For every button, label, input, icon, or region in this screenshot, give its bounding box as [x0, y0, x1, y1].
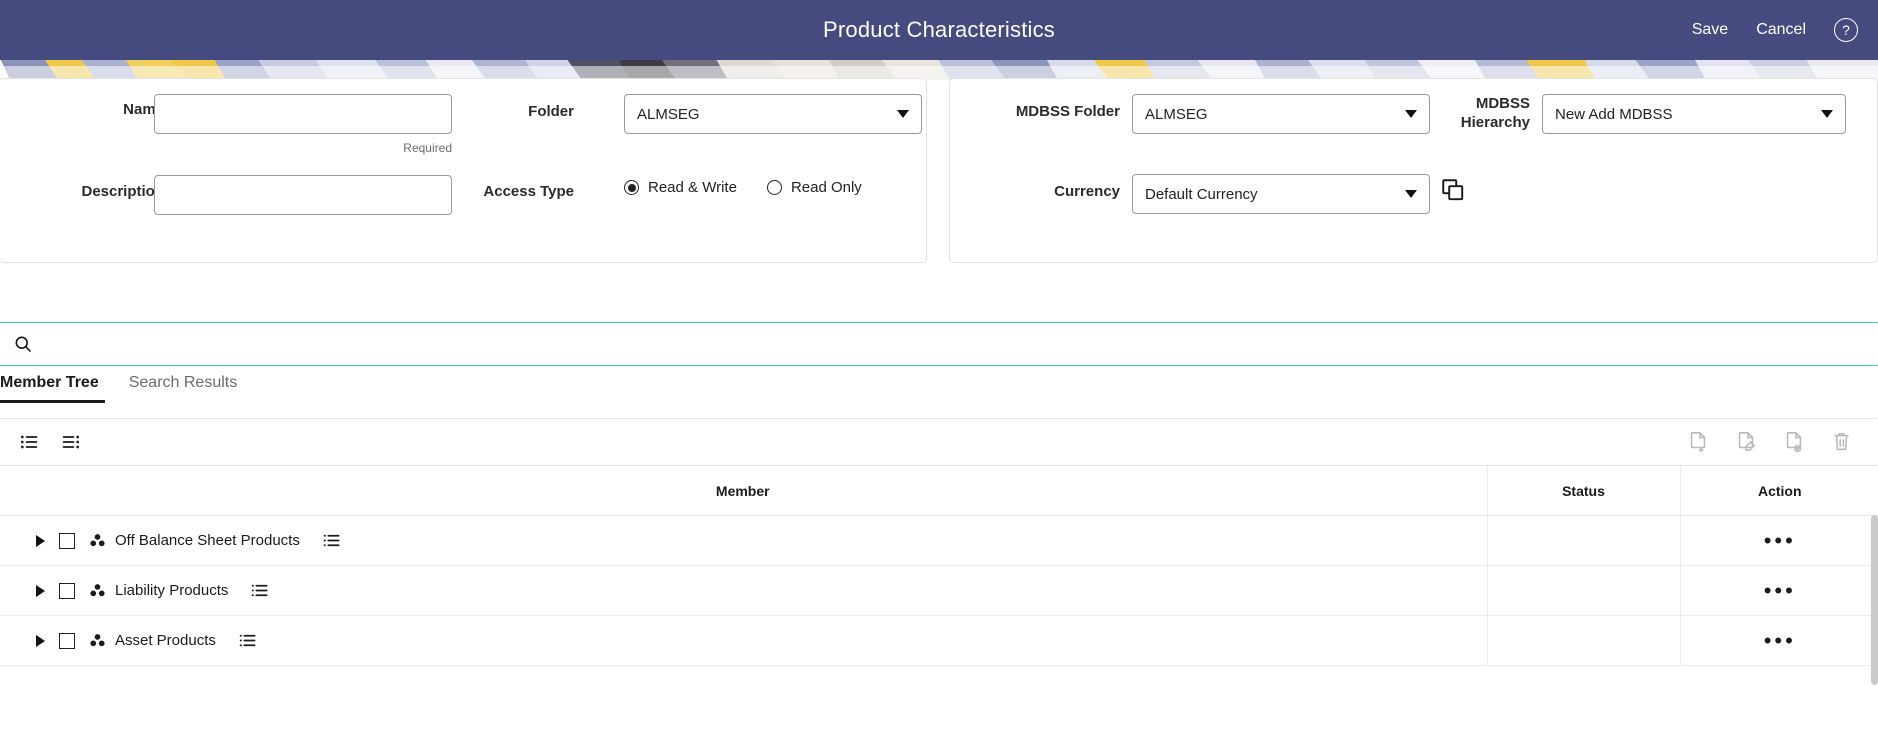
form-cards: Name Required Description Folder ALMSEG … [0, 78, 1878, 263]
row-list-icon[interactable] [322, 531, 341, 550]
vertical-scrollbar[interactable] [1871, 515, 1878, 685]
access-type-option-read-write[interactable]: Read & Write [624, 179, 737, 196]
status-cell [1486, 515, 1680, 566]
name-input[interactable] [154, 94, 452, 134]
access-type-option-read-only-label: Read Only [790, 179, 862, 196]
chevron-down-icon [1821, 110, 1833, 118]
tab-bar: Member Tree Search Results [0, 374, 1878, 412]
expand-list-icon[interactable] [19, 432, 39, 452]
expand-triangle-icon[interactable] [36, 584, 45, 597]
cancel-button[interactable]: Cancel [1756, 21, 1806, 39]
description-label: Description [81, 183, 164, 200]
tab-search-results[interactable]: Search Results [129, 374, 238, 403]
mdbss-hierarchy-select[interactable]: New Add MDBSS [1542, 94, 1846, 134]
mdbss-folder-label: MDBSS Folder [1015, 103, 1120, 120]
status-cell [1486, 565, 1680, 616]
column-header-action: Action [1679, 465, 1878, 516]
folder-label: Folder [528, 103, 574, 120]
name-label: Name [123, 101, 164, 118]
member-cell: Off Balance Sheet Products [0, 515, 1487, 566]
product-characteristics-page: Product Characteristics Save Cancel ? Na… [0, 0, 1878, 729]
add-document-icon[interactable] [1687, 431, 1709, 453]
action-cell: ••• [1679, 565, 1878, 616]
member-tree-table: Member Status Action Off Balance Sheet P… [0, 465, 1878, 666]
mdbss-hierarchy-select-value: New Add MDBSS [1555, 105, 1673, 123]
column-header-status: Status [1486, 465, 1680, 516]
view-document-icon[interactable] [1783, 431, 1805, 453]
chevron-down-icon [897, 110, 909, 118]
table-header-row: Member Status Action [0, 465, 1878, 516]
table-row[interactable]: Off Balance Sheet Products ••• [0, 515, 1878, 566]
status-cell [1486, 615, 1680, 666]
member-search-bar[interactable] [0, 322, 1878, 366]
mdbss-details-card: MDBSS Folder ALMSEG MDBSS Hierarchy New … [949, 78, 1878, 263]
table-row[interactable]: Asset Products ••• [0, 615, 1878, 666]
row-checkbox[interactable] [59, 632, 75, 649]
access-type-radio-group: Read & Write Read Only [624, 179, 862, 196]
folder-select[interactable]: ALMSEG [624, 94, 922, 134]
mdbss-hierarchy-label-line1: MDBSS [1475, 95, 1530, 112]
row-checkbox[interactable] [59, 532, 75, 549]
tree-toolbar-left [19, 432, 81, 452]
member-name: Asset Products [115, 632, 216, 649]
column-header-member: Member [0, 465, 1487, 516]
header-actions: Save Cancel ? [1692, 0, 1858, 60]
radio-read-write[interactable] [624, 180, 639, 195]
app-header-bar: Product Characteristics Save Cancel ? [0, 0, 1878, 60]
page-title: Product Characteristics [822, 17, 1055, 42]
search-input[interactable] [43, 323, 1865, 365]
member-tree-panel: Member Status Action Off Balance Sheet P… [0, 418, 1878, 729]
access-type-option-read-only[interactable]: Read Only [766, 179, 862, 196]
row-actions-menu-button[interactable]: ••• [1682, 579, 1878, 602]
hierarchy-node-icon [89, 632, 106, 649]
expand-triangle-icon[interactable] [36, 534, 45, 547]
access-type-option-read-write-label: Read & Write [648, 179, 737, 196]
action-cell: ••• [1679, 515, 1878, 566]
delete-document-icon[interactable] [1831, 431, 1853, 453]
action-cell: ••• [1679, 615, 1878, 666]
name-required-note: Required [403, 141, 452, 155]
hierarchy-node-icon [89, 532, 106, 549]
table-row[interactable]: Liability Products ••• [0, 565, 1878, 616]
copy-icon[interactable] [1440, 177, 1466, 208]
help-icon[interactable]: ? [1834, 18, 1858, 42]
row-list-icon[interactable] [250, 581, 269, 600]
currency-label: Currency [1054, 183, 1120, 200]
access-type-label: Access Type [483, 183, 574, 200]
row-actions-menu-button[interactable]: ••• [1682, 629, 1878, 652]
currency-select-value: Default Currency [1145, 185, 1258, 203]
member-name: Off Balance Sheet Products [115, 532, 300, 549]
member-tree-toolbar [0, 419, 1878, 465]
chevron-down-icon [1405, 190, 1417, 198]
expand-triangle-icon[interactable] [36, 634, 45, 647]
edit-document-icon[interactable] [1735, 431, 1757, 453]
collapse-list-icon[interactable] [61, 432, 81, 452]
search-icon [15, 336, 32, 353]
hierarchy-node-icon [89, 582, 106, 599]
mdbss-folder-select[interactable]: ALMSEG [1132, 94, 1430, 134]
radio-read-only[interactable] [766, 180, 782, 195]
mdbss-folder-select-value: ALMSEG [1145, 105, 1208, 123]
tree-toolbar-right [1687, 431, 1853, 453]
general-details-card: Name Required Description Folder ALMSEG … [0, 78, 927, 263]
row-checkbox[interactable] [59, 582, 75, 599]
member-cell: Liability Products [0, 565, 1487, 616]
folder-select-value: ALMSEG [637, 105, 700, 123]
save-button[interactable]: Save [1692, 21, 1728, 39]
tab-member-tree[interactable]: Member Tree [0, 374, 105, 403]
member-cell: Asset Products [0, 615, 1487, 666]
member-name: Liability Products [115, 582, 229, 599]
mdbss-hierarchy-label-line2: Hierarchy [1460, 113, 1530, 131]
row-actions-menu-button[interactable]: ••• [1682, 529, 1878, 552]
row-list-icon[interactable] [238, 631, 257, 650]
description-input[interactable] [154, 175, 452, 215]
currency-select[interactable]: Default Currency [1132, 174, 1430, 214]
